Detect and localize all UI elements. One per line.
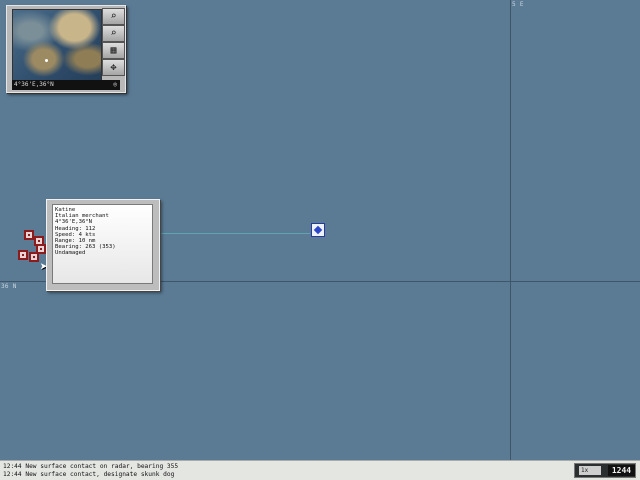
contact-info-body: Katine Italian merchant 4°36'E,36°N Head… (52, 204, 153, 284)
minimap-panel: ⌕ ⌕ ▦ ✥ 4°36'E,36°N ◎ (6, 5, 126, 93)
message-log: 12:44 New surface contact on radar, bear… (0, 460, 640, 480)
message-line: 12:44 New surface contact on radar, bear… (3, 463, 179, 470)
contact-damage: Undamaged (55, 250, 86, 257)
indicator-icon: ◎ (113, 81, 117, 88)
minimap-coordinates: 4°36'E,36°N ◎ (12, 80, 120, 90)
minimap-view[interactable] (12, 9, 102, 81)
coordinates-text: 4°36'E,36°N (14, 81, 54, 88)
longitude-grid-line (510, 0, 511, 460)
center-icon[interactable]: ✥ (102, 59, 125, 76)
contact-info-popup: Katine Italian merchant 4°36'E,36°N Head… (46, 199, 160, 291)
position-marker (45, 59, 48, 62)
surface-contact-icon[interactable] (311, 223, 325, 237)
game-clock: 1244 (608, 465, 635, 476)
time-panel: 1x 1244 (574, 463, 636, 478)
zoom-in-icon[interactable]: ⌕ (102, 8, 125, 25)
contact-bearing-line (157, 233, 310, 234)
grid-icon[interactable]: ▦ (102, 42, 125, 59)
time-compression-button[interactable]: 1x (579, 466, 601, 475)
ship-unit-icon[interactable] (24, 230, 34, 240)
message-line: 12:44 New surface contact, designate sku… (3, 471, 175, 478)
ship-unit-icon[interactable] (18, 250, 28, 260)
latitude-label: 36 N (1, 283, 17, 290)
ship-unit-icon[interactable] (36, 244, 46, 254)
zoom-out-icon[interactable]: ⌕ (102, 25, 125, 42)
longitude-label: 5 E (512, 1, 524, 8)
